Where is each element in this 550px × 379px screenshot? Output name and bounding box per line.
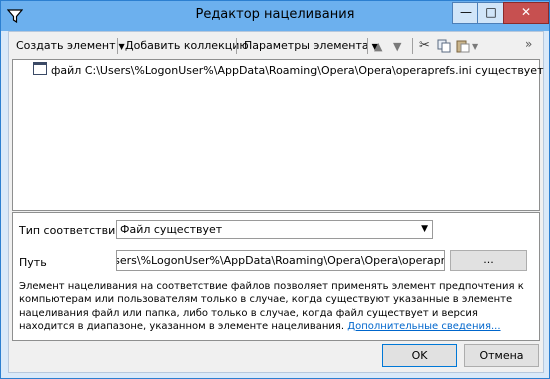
title-bar: Редактор нацеливания — □ ✕ [1,1,549,31]
chevron-down-icon: ▼ [421,224,428,234]
match-type-select[interactable]: Файл существует ▼ [116,220,433,239]
chevron-down-icon[interactable]: ▼ [472,42,478,51]
toolbar-separator [412,38,413,54]
ok-button[interactable]: OK [382,344,457,367]
cancel-button[interactable]: Отмена [464,344,539,367]
copy-icon[interactable] [437,39,451,53]
minimize-button[interactable]: — [452,2,480,24]
paste-icon[interactable] [456,39,470,53]
tree-item-label: файл C:\Users\%LogonUser%\AppData\Roamin… [51,64,544,77]
description-text: Элемент нацеливания на соответствие файл… [19,280,534,333]
properties-panel: Тип соответствия Файл существует ▼ Путь … [12,212,540,341]
toolbar: Создать элемент ▼ Добавить коллекцию Пара… [9,34,543,58]
toolbar-separator [367,38,368,54]
tree-item[interactable]: файл C:\Users\%LogonUser%\AppData\Roamin… [33,62,544,78]
targeting-tree[interactable]: файл C:\Users\%LogonUser%\AppData\Roamin… [12,59,544,211]
add-collection-button[interactable]: Добавить коллекцию [121,36,253,56]
more-info-link[interactable]: Дополнительные сведения... [347,321,500,332]
targeting-editor-window: Редактор нацеливания — □ ✕ Создать элеме… [0,0,550,379]
maximize-button[interactable]: □ [477,2,505,24]
toolbar-separator [117,38,118,54]
element-params-button[interactable]: Параметры элемента ▼ [240,36,382,56]
close-button[interactable]: ✕ [503,2,549,24]
create-element-button[interactable]: Создать элемент ▼ [12,36,129,56]
move-down-icon[interactable]: ▼ [393,40,401,53]
element-params-label: Параметры элемента [244,39,369,52]
move-up-icon[interactable]: ▲ [374,40,382,53]
client-area: Создать элемент ▼ Добавить коллекцию Пара… [8,31,544,373]
browse-button[interactable]: ... [450,250,527,271]
path-input[interactable]: C:\Users\%LogonUser%\AppData\Roaming\Ope… [116,250,445,271]
match-type-label: Тип соответствия [19,224,122,237]
window-icon [33,62,47,75]
toolbar-overflow-icon[interactable]: » [525,37,532,51]
toolbar-separator [236,38,237,54]
path-value: C:\Users\%LogonUser%\AppData\Roaming\Ope… [117,254,445,267]
cut-icon[interactable]: ✂ [419,38,430,53]
create-element-label: Создать элемент [16,39,116,52]
path-label: Путь [19,256,47,269]
match-type-value: Файл существует [120,223,223,236]
